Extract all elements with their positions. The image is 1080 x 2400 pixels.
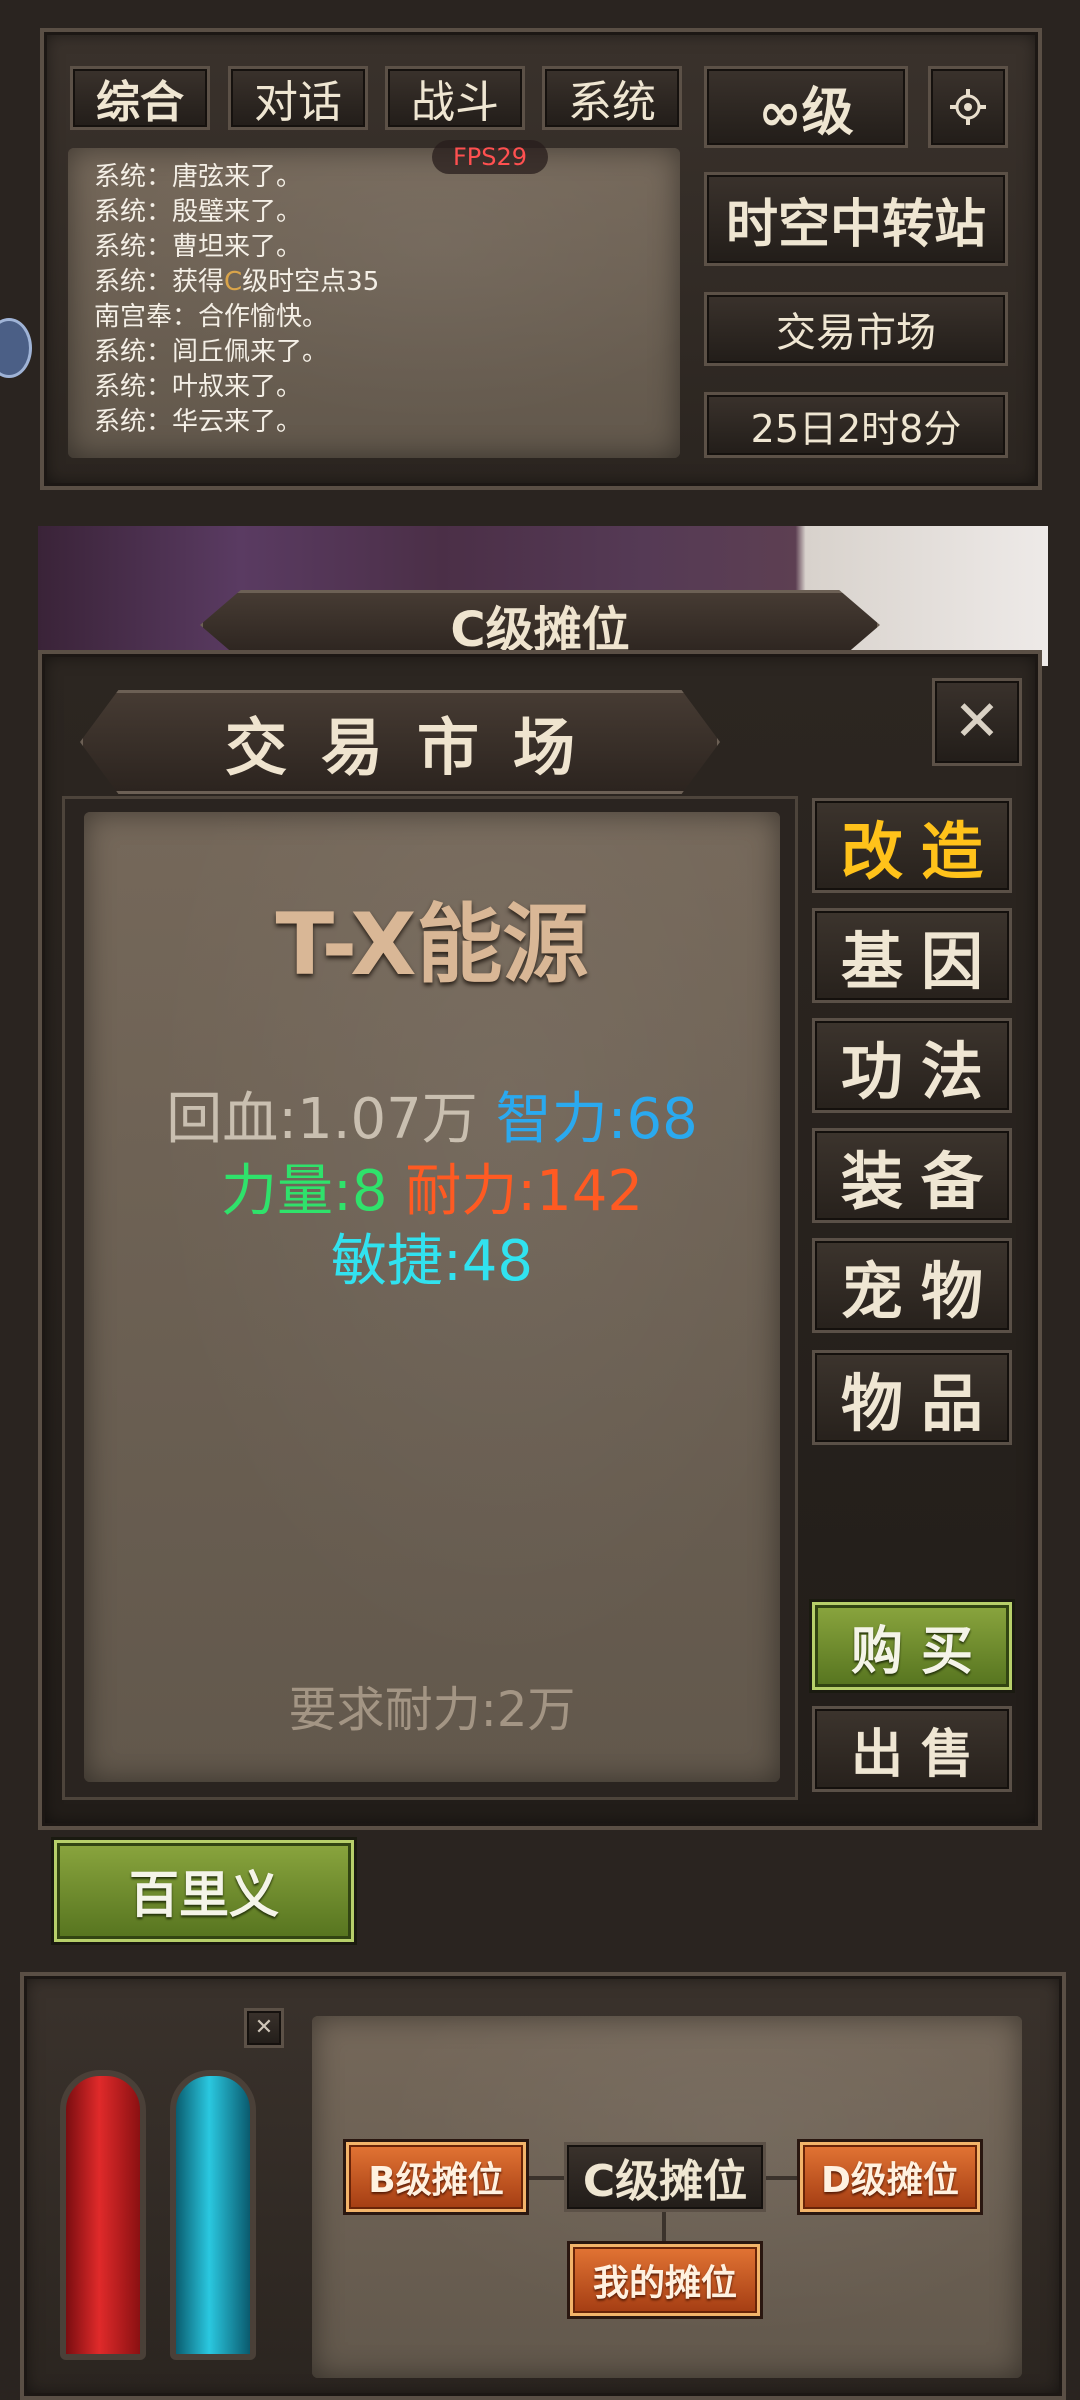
chat-message: 系统：殷璧来了。	[94, 197, 303, 227]
my-stall-button[interactable]: 我的摊位	[570, 2244, 760, 2316]
panel-title: 交易市场	[80, 690, 720, 794]
category-equipment[interactable]: 装备	[812, 1128, 1012, 1223]
chat-messages: 系统：唐弦来了。 系统：殷璧来了。 系统：曹坦来了。 系统：获得C级时空点35 …	[94, 160, 664, 450]
game-time: 25日2时8分	[704, 392, 1008, 458]
category-gene[interactable]: 基因	[812, 908, 1012, 1003]
chat-message: 系统：闾丘佩来了。	[94, 337, 329, 367]
stat-row-3: 敏捷:48	[84, 1216, 780, 1297]
stall-connector-vertical	[662, 2212, 666, 2248]
stat-end: 耐力:142	[405, 1159, 644, 1224]
seller-button[interactable]: 百里义	[54, 1840, 354, 1942]
tab-battle[interactable]: 战斗	[385, 66, 525, 130]
side-avatar-icon[interactable]	[0, 318, 32, 378]
tab-general[interactable]: 综合	[70, 66, 210, 130]
close-icon: ✕	[254, 2015, 274, 2040]
category-item[interactable]: 物品	[812, 1350, 1012, 1445]
category-skill[interactable]: 功法	[812, 1018, 1012, 1113]
chat-message: 系统：唐弦来了。	[94, 162, 303, 192]
chat-message: 系统：叶叔来了。	[94, 372, 303, 402]
item-name: T-X能源	[275, 895, 589, 995]
gear-icon	[950, 89, 986, 125]
close-icon: ✕	[953, 689, 1001, 754]
tab-dialogue[interactable]: 对话	[228, 66, 368, 130]
category-pet[interactable]: 宠物	[812, 1238, 1012, 1333]
category-modify[interactable]: 改造	[812, 798, 1012, 893]
chat-message: 南宫奉：合作愉快。	[94, 302, 329, 332]
mp-vial	[170, 2070, 256, 2360]
sell-button[interactable]: 出售	[812, 1706, 1012, 1792]
hud-close-button[interactable]: ✕	[244, 2008, 284, 2048]
c-stall-button[interactable]: C级摊位	[564, 2142, 766, 2212]
station-button[interactable]: 时空中转站	[704, 172, 1008, 266]
chat-message: 系统：曹坦来了。	[94, 232, 303, 262]
hp-vial	[60, 2070, 146, 2360]
stat-int: 智力:68	[495, 1087, 698, 1152]
level-display: ∞级	[704, 66, 908, 148]
stat-row-1: 回血:1.07万 智力:68	[84, 1074, 780, 1155]
buy-button[interactable]: 购买	[812, 1602, 1012, 1690]
chat-message: 系统：华云来了。	[94, 407, 303, 437]
item-details: T-X能源 回血:1.07万 智力:68 力量:8 耐力:142 敏捷:48 要…	[84, 812, 780, 1782]
market-button[interactable]: 交易市场	[704, 292, 1008, 366]
stat-row-2: 力量:8 耐力:142	[84, 1146, 780, 1227]
d-stall-button[interactable]: D级摊位	[800, 2142, 980, 2212]
close-button[interactable]: ✕	[932, 678, 1022, 766]
chat-message: 系统：获得C级时空点35	[94, 267, 380, 297]
tab-system[interactable]: 系统	[542, 66, 682, 130]
settings-button[interactable]	[928, 66, 1008, 148]
stat-str: 力量:8	[220, 1159, 388, 1224]
b-stall-button[interactable]: B级摊位	[346, 2142, 526, 2212]
item-requirement: 要求耐力:2万	[288, 1682, 576, 1738]
stat-agi: 敏捷:48	[330, 1229, 534, 1294]
stat-hp: 回血:1.07万	[166, 1087, 478, 1152]
